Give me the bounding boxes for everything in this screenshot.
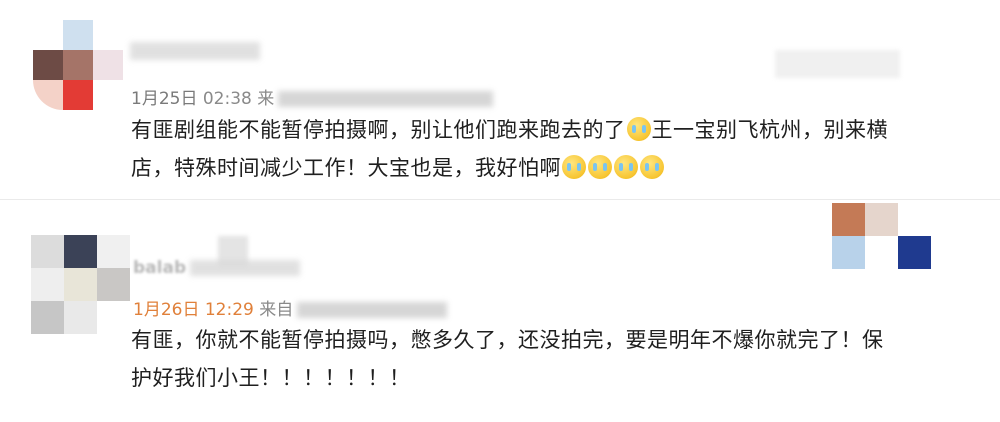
crying-emoji-icon <box>588 155 612 179</box>
comment-text: 有匪，你就不能暂停拍摄吗，憋多久了，还没拍完，要是明年不爆你就完了！保 护好我们… <box>131 321 884 397</box>
username[interactable]: balab <box>133 258 186 278</box>
comment-date: 1月25日 <box>131 89 198 109</box>
comment-item-1: 1月25日 02:38 来 有匪剧组能不能暂停拍摄啊，别让他们跑来跑去的了 王一宝… <box>0 0 1000 200</box>
comment-meta: 1月25日 02:38 来 <box>131 84 494 109</box>
username[interactable] <box>130 42 260 60</box>
comment-time: 02:38 <box>202 89 252 109</box>
comment-text: 有匪剧组能不能暂停拍摄啊，别让他们跑来跑去的了 王一宝别飞杭州，别来横 店，特殊时… <box>131 111 888 187</box>
comment-date: 1月26日 <box>133 300 200 320</box>
avatar[interactable] <box>33 20 123 110</box>
avatar[interactable] <box>31 235 130 334</box>
blurred-source <box>278 91 494 107</box>
username-blur <box>190 260 300 276</box>
comment-time: 12:29 <box>204 300 254 320</box>
comment-meta: 1月26日 12:29 来自 <box>133 295 448 320</box>
comment-text-line: 有匪剧组能不能暂停拍摄啊，别让他们跑来跑去的了 <box>131 118 626 142</box>
crying-emoji-icon <box>562 155 586 179</box>
blurred-element <box>775 50 900 78</box>
comment-text-line: 店，特殊时间减少工作！大宝也是，我好怕啊 <box>131 156 561 180</box>
comment-text-line: 护好我们小王！！！！！！！ <box>131 366 411 390</box>
comment-text-line: 王一宝别飞杭州，别来横 <box>651 118 888 142</box>
crying-emoji-icon <box>640 155 664 179</box>
comment-item-2: balab 1月26日 12:29 来自 有匪，你就不能暂停拍摄吗，憋多久了，还… <box>0 200 1000 422</box>
crying-emoji-icon <box>626 117 651 141</box>
crying-emoji-icon <box>614 155 638 179</box>
comment-text-line: 有匪，你就不能暂停拍摄吗，憋多久了，还没拍完，要是明年不爆你就完了！保 <box>131 328 884 352</box>
comment-source-prefix: 来 <box>257 89 275 109</box>
username-text: balab <box>133 258 187 278</box>
blurred-source <box>297 302 448 318</box>
comment-source-prefix: 来自 <box>259 300 294 320</box>
blurred-element <box>832 203 931 269</box>
